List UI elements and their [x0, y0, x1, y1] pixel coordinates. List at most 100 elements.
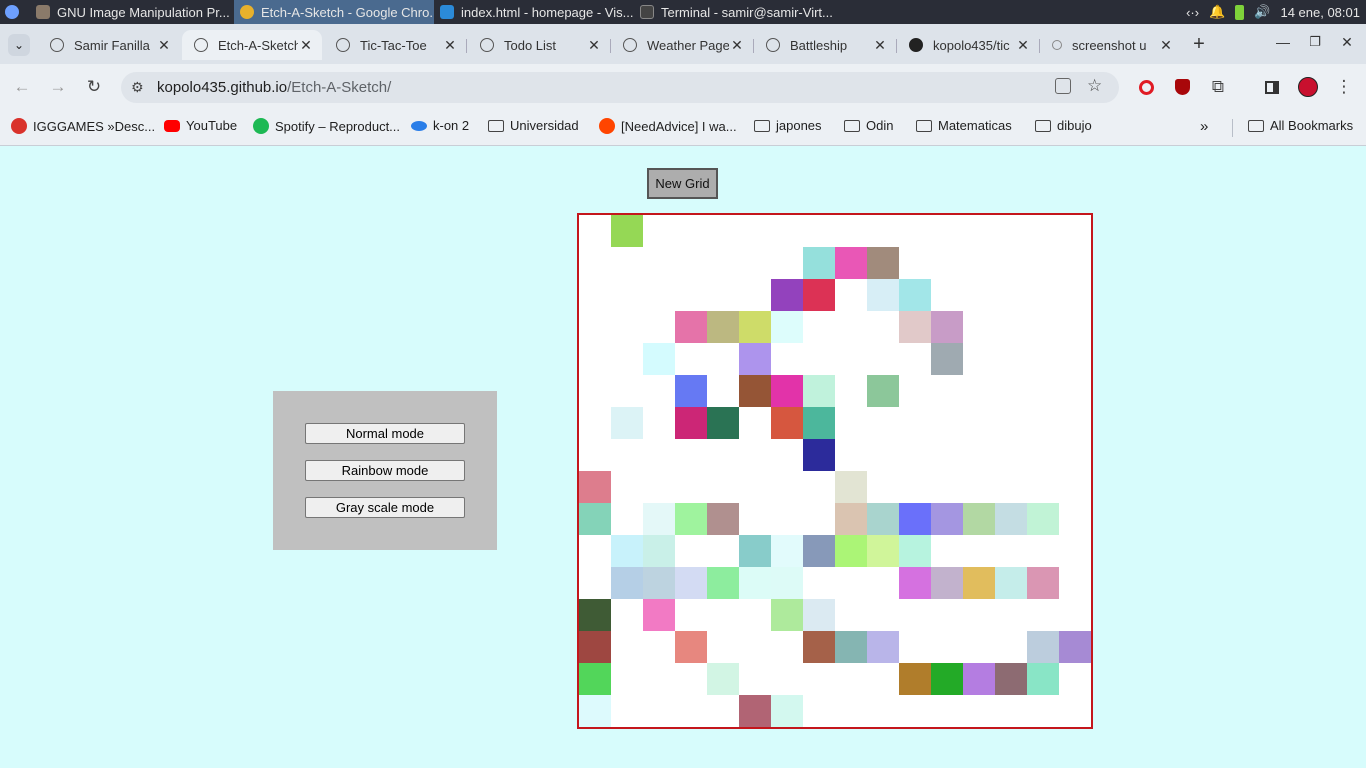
close-window-button[interactable]: ✕	[1338, 34, 1356, 52]
new-tab-button[interactable]: +	[1188, 34, 1210, 56]
grid-cell[interactable]	[579, 599, 611, 631]
grid-cell[interactable]	[899, 311, 931, 343]
bookmark-folder-universidad[interactable]: Universidad	[488, 118, 579, 133]
all-bookmarks-folder[interactable]: All Bookmarks	[1248, 118, 1353, 133]
bookmark-folder-dibujo[interactable]: dibujo	[1035, 118, 1092, 133]
grid-cell[interactable]	[899, 279, 931, 311]
tab-tic-tac-toe[interactable]: Tic-Tac-Toe ✕	[324, 30, 466, 60]
grid-cell[interactable]	[963, 567, 995, 599]
grid-cell[interactable]	[803, 535, 835, 567]
grid-cell[interactable]	[643, 343, 675, 375]
tab-weather-page[interactable]: Weather Page ✕	[611, 30, 753, 60]
close-icon[interactable]: ✕	[156, 37, 172, 54]
taskbar-app-terminal[interactable]: Terminal - samir@samir-Virt...	[634, 0, 844, 24]
grid-cell[interactable]	[835, 247, 867, 279]
notification-bell-icon[interactable]: 🔔	[1209, 4, 1225, 20]
grid-cell[interactable]	[707, 311, 739, 343]
battery-icon[interactable]	[1235, 4, 1245, 20]
grid-cell[interactable]	[899, 567, 931, 599]
gray-scale-mode-button[interactable]: Gray scale mode	[305, 497, 465, 518]
tab-screenshot-search[interactable]: screenshot u ✕	[1040, 30, 1182, 60]
bookmark-folder-japones[interactable]: japones	[754, 118, 822, 133]
grid-cell[interactable]	[675, 631, 707, 663]
tab-github-kopolo435[interactable]: kopolo435/tic ✕	[897, 30, 1039, 60]
sketch-grid[interactable]	[577, 213, 1093, 729]
grid-cell[interactable]	[867, 375, 899, 407]
grid-cell[interactable]	[963, 503, 995, 535]
taskbar-app-vscode[interactable]: index.html - homepage - Vis...	[434, 0, 634, 24]
grid-cell[interactable]	[707, 503, 739, 535]
grid-cell[interactable]	[899, 663, 931, 695]
more-menu-icon[interactable]: ⋮	[1332, 75, 1356, 99]
grid-cell[interactable]	[579, 631, 611, 663]
grid-cell[interactable]	[803, 599, 835, 631]
tab-samir-fanilla[interactable]: Samir Fanilla ✕	[38, 30, 180, 60]
grid-cell[interactable]	[675, 311, 707, 343]
grid-cell[interactable]	[771, 599, 803, 631]
grid-cell[interactable]	[1027, 567, 1059, 599]
grid-cell[interactable]	[803, 439, 835, 471]
grid-cell[interactable]	[739, 535, 771, 567]
grid-cell[interactable]	[1027, 631, 1059, 663]
grid-cell[interactable]	[579, 471, 611, 503]
close-icon[interactable]: ✕	[729, 37, 745, 54]
bookmark-folder-odin[interactable]: Odin	[844, 118, 893, 133]
grid-cell[interactable]	[899, 535, 931, 567]
grid-cell[interactable]	[995, 663, 1027, 695]
bookmark-youtube[interactable]: YouTube	[164, 118, 237, 133]
grid-cell[interactable]	[707, 567, 739, 599]
address-bar[interactable]: ⚙ kopolo435.github.io/Etch-A-Sketch/ ☆	[121, 72, 1119, 103]
minimize-window-button[interactable]: —	[1274, 34, 1292, 52]
grid-cell[interactable]	[739, 311, 771, 343]
grid-cell[interactable]	[771, 407, 803, 439]
tab-search-button[interactable]: ⌄	[8, 34, 30, 56]
grid-cell[interactable]	[1059, 631, 1091, 663]
bookmark-star-icon[interactable]: ☆	[1087, 76, 1102, 96]
grid-cell[interactable]	[835, 535, 867, 567]
grid-cell[interactable]	[579, 503, 611, 535]
grid-cell[interactable]	[771, 695, 803, 727]
grid-cell[interactable]	[771, 375, 803, 407]
grid-cell[interactable]	[803, 631, 835, 663]
grid-cell[interactable]	[675, 407, 707, 439]
close-icon[interactable]: ✕	[586, 37, 602, 54]
grid-cell[interactable]	[931, 503, 963, 535]
bookmark-folder-matematicas[interactable]: Matematicas	[916, 118, 1012, 133]
grid-cell[interactable]	[707, 407, 739, 439]
close-icon[interactable]: ✕	[872, 37, 888, 54]
close-icon[interactable]: ✕	[442, 37, 458, 54]
opera-extension-icon[interactable]	[1134, 75, 1158, 99]
url-text[interactable]: kopolo435.github.io/Etch-A-Sketch/	[157, 79, 391, 96]
bookmark-igggames[interactable]: IGGGAMES »Desc...	[11, 118, 155, 134]
grid-cell[interactable]	[867, 631, 899, 663]
grid-cell[interactable]	[963, 663, 995, 695]
volume-icon[interactable]: 🔊	[1254, 4, 1270, 20]
close-icon[interactable]: ✕	[1015, 37, 1031, 54]
grid-cell[interactable]	[611, 215, 643, 247]
bookmark-spotify[interactable]: Spotify – Reproduct...	[253, 118, 400, 134]
normal-mode-button[interactable]: Normal mode	[305, 423, 465, 444]
grid-cell[interactable]	[803, 407, 835, 439]
bookmark-reddit[interactable]: [NeedAdvice] I wa...	[599, 118, 737, 134]
new-grid-button[interactable]: New Grid	[647, 168, 718, 199]
grid-cell[interactable]	[643, 535, 675, 567]
grid-cell[interactable]	[771, 279, 803, 311]
grid-cell[interactable]	[995, 503, 1027, 535]
grid-cell[interactable]	[643, 503, 675, 535]
profile-avatar[interactable]	[1296, 75, 1320, 99]
grid-cell[interactable]	[643, 567, 675, 599]
grid-cell[interactable]	[867, 247, 899, 279]
grid-cell[interactable]	[771, 311, 803, 343]
grid-cell[interactable]	[739, 567, 771, 599]
grid-cell[interactable]	[803, 375, 835, 407]
taskbar-app-chrome[interactable]: Etch-A-Sketch - Google Chro...	[234, 0, 434, 24]
grid-cell[interactable]	[579, 663, 611, 695]
rainbow-mode-button[interactable]: Rainbow mode	[305, 460, 465, 481]
grid-cell[interactable]	[707, 663, 739, 695]
grid-cell[interactable]	[1027, 663, 1059, 695]
close-icon[interactable]: ✕	[298, 37, 314, 54]
side-panel-icon[interactable]	[1260, 75, 1284, 99]
grid-cell[interactable]	[611, 567, 643, 599]
grid-cell[interactable]	[771, 535, 803, 567]
bookmarks-overflow-icon[interactable]: »	[1200, 118, 1208, 135]
